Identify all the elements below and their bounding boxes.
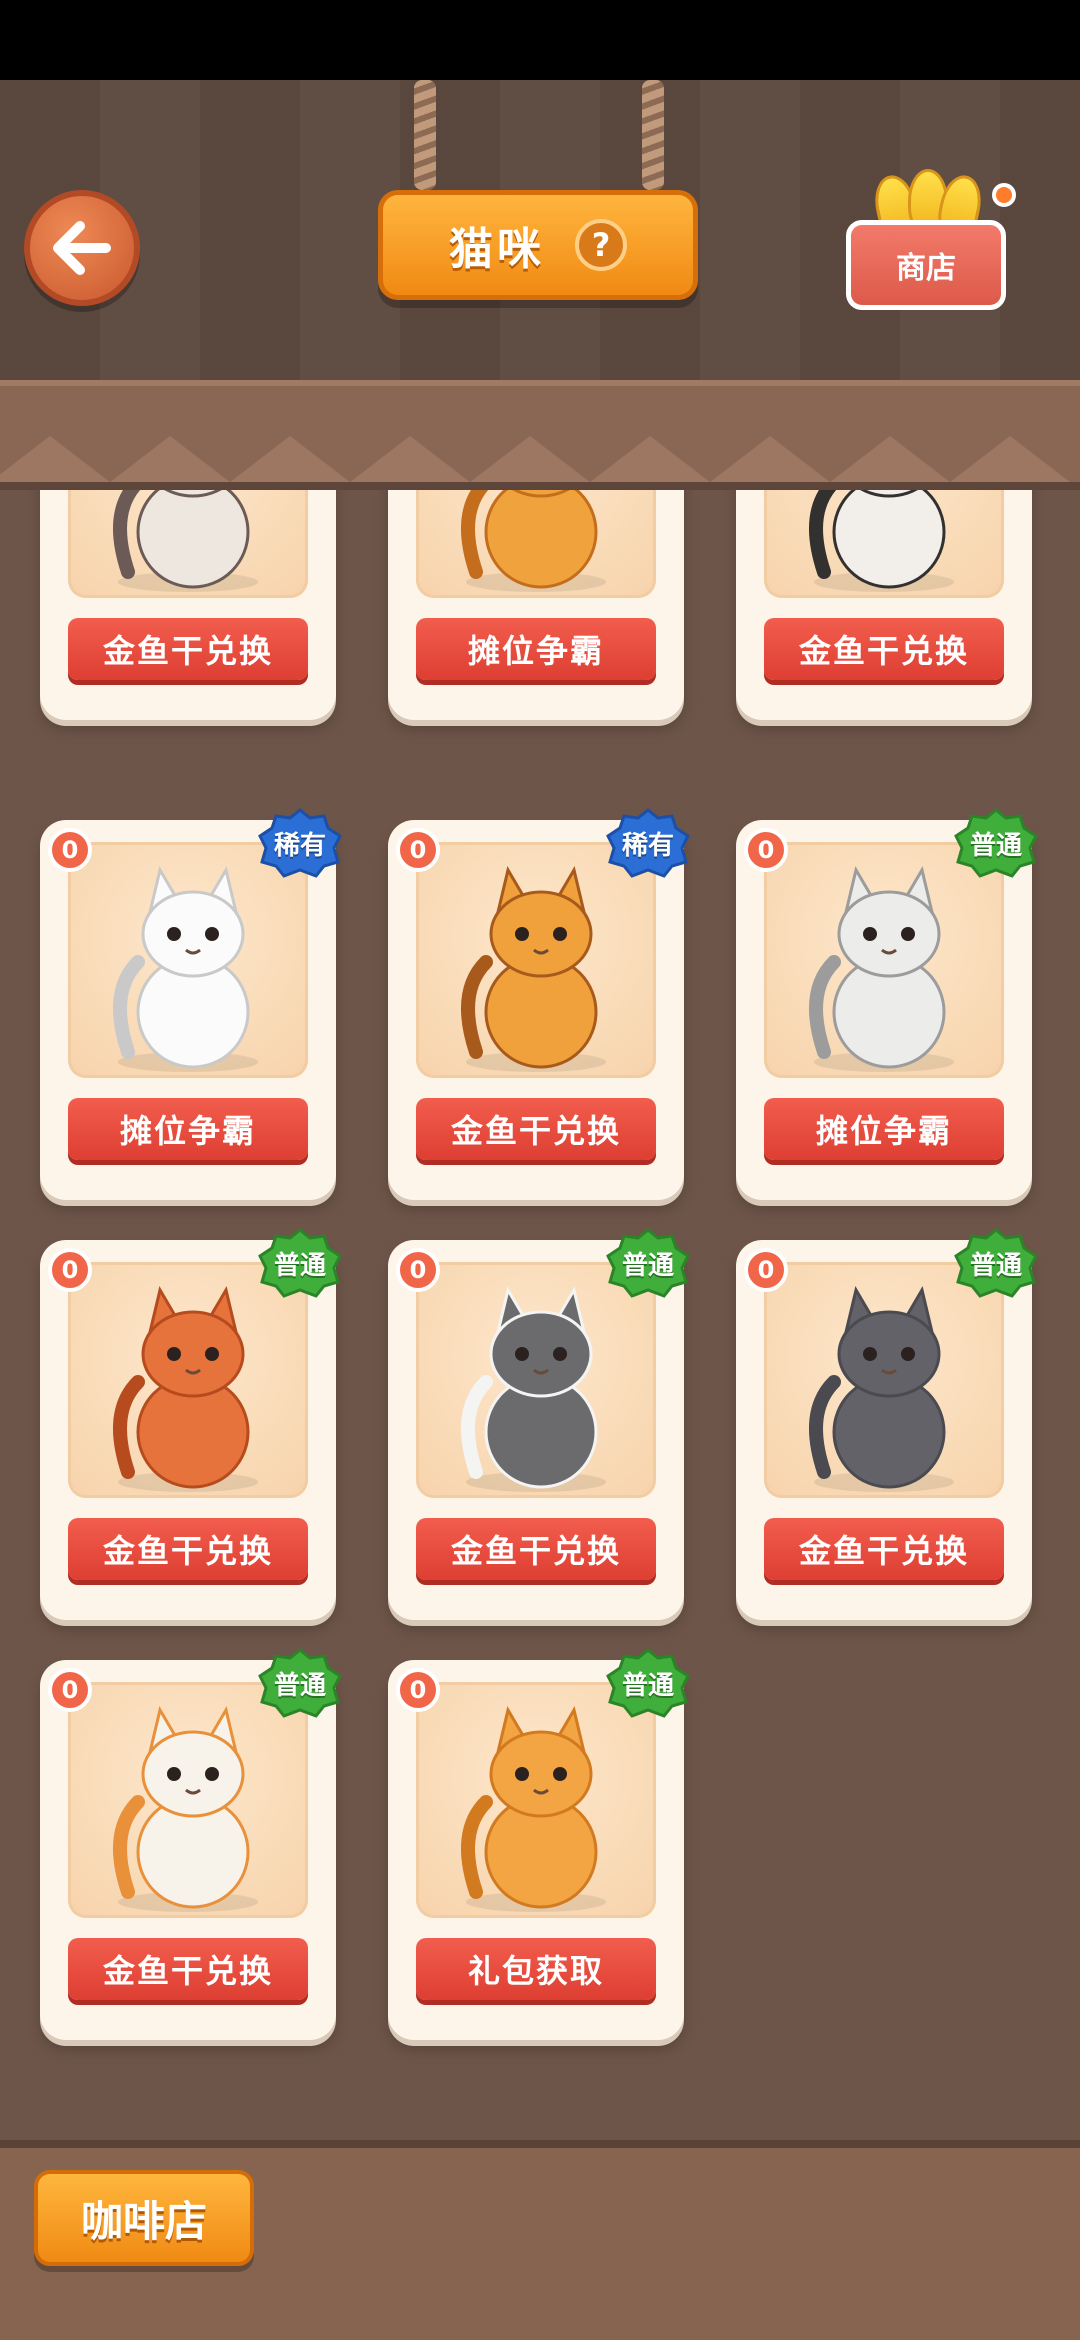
obtain-button[interactable]: 金鱼干兑换: [764, 618, 1004, 680]
shop-box: 商店: [846, 220, 1006, 310]
cat-portrait: [68, 490, 308, 598]
cat-collection-grid[interactable]: 金鱼干兑换 摊位争霸 金鱼干兑换 摊位争霸 0 稀有 金鱼干兑换 0 稀有 摊位…: [0, 490, 1080, 2140]
obtain-button[interactable]: 金鱼干兑换: [416, 1098, 656, 1160]
cat-card[interactable]: 金鱼干兑换: [736, 490, 1032, 720]
cat-card[interactable]: 金鱼干兑换: [40, 490, 336, 720]
rarity-label: 普通: [621, 1250, 674, 1281]
rarity-badge-common: 普通: [606, 1228, 690, 1298]
shelf-divider: [0, 380, 1080, 490]
cafe-button[interactable]: 咖啡店: [34, 2170, 254, 2266]
cat-card[interactable]: 摊位争霸 0 稀有: [40, 808, 342, 1200]
owned-count-badge: 0: [48, 1668, 92, 1712]
obtain-button[interactable]: 摊位争霸: [68, 1098, 308, 1160]
help-button[interactable]: ?: [575, 219, 627, 271]
cat-portrait: [764, 490, 1004, 598]
owned-count-badge: 0: [48, 828, 92, 872]
owned-count-badge: 0: [396, 1668, 440, 1712]
rarity-label: 稀有: [621, 830, 674, 861]
cat-card[interactable]: 金鱼干兑换 0 普通: [388, 1228, 690, 1620]
owned-count-badge: 0: [744, 1248, 788, 1292]
arrow-left-icon: [53, 221, 111, 275]
rope-left: [414, 80, 436, 190]
obtain-button[interactable]: 金鱼干兑换: [68, 618, 308, 680]
cat-card[interactable]: 金鱼干兑换 0 普通: [40, 1648, 342, 2040]
rarity-badge-rare: 稀有: [258, 808, 342, 878]
black-white-cat-image: [809, 490, 954, 592]
rarity-label: 普通: [969, 830, 1022, 861]
rarity-badge-common: 普通: [258, 1228, 342, 1298]
obtain-button[interactable]: 摊位争霸: [764, 1098, 1004, 1160]
cat-card[interactable]: 摊位争霸 0 普通: [736, 808, 1038, 1200]
rarity-badge-common: 普通: [258, 1648, 342, 1718]
rarity-label: 稀有: [273, 830, 326, 861]
rarity-badge-rare: 稀有: [606, 808, 690, 878]
back-button[interactable]: [24, 190, 140, 306]
cat-portrait: [416, 490, 656, 598]
owned-count-badge: 0: [744, 828, 788, 872]
siamese-cat-image: [113, 490, 258, 592]
rarity-label: 普通: [273, 1670, 326, 1701]
rarity-badge-common: 普通: [606, 1648, 690, 1718]
rarity-label: 普通: [273, 1250, 326, 1281]
cat-card[interactable]: 金鱼干兑换 0 稀有: [388, 808, 690, 1200]
owned-count-badge: 0: [48, 1248, 92, 1292]
owned-count-badge: 0: [396, 1248, 440, 1292]
page-title: 猫咪: [449, 224, 545, 275]
rarity-label: 普通: [621, 1670, 674, 1701]
orange-tabby-cat-image: [461, 490, 606, 592]
obtain-button[interactable]: 礼包获取: [416, 1938, 656, 2000]
cat-card[interactable]: 礼包获取 0 普通: [388, 1648, 690, 2040]
rarity-badge-common: 普通: [954, 808, 1038, 878]
obtain-button[interactable]: 金鱼干兑换: [68, 1518, 308, 1580]
shop-button[interactable]: 商店: [846, 169, 1016, 315]
obtain-button[interactable]: 金鱼干兑换: [68, 1938, 308, 2000]
shop-label: 商店: [896, 251, 956, 286]
cat-card[interactable]: 金鱼干兑换 0 普通: [40, 1228, 342, 1620]
notification-dot: [992, 183, 1016, 207]
obtain-button[interactable]: 金鱼干兑换: [764, 1518, 1004, 1580]
rarity-badge-common: 普通: [954, 1228, 1038, 1298]
cat-card[interactable]: 摊位争霸: [388, 490, 684, 720]
obtain-button[interactable]: 金鱼干兑换: [416, 1518, 656, 1580]
status-bar: [0, 0, 1080, 80]
rarity-label: 普通: [969, 1250, 1022, 1281]
cat-card[interactable]: 金鱼干兑换 0 普通: [736, 1228, 1038, 1620]
obtain-button[interactable]: 摊位争霸: [416, 618, 656, 680]
rope-right: [642, 80, 664, 190]
title-plate: 猫咪 ?: [378, 190, 698, 300]
owned-count-badge: 0: [396, 828, 440, 872]
